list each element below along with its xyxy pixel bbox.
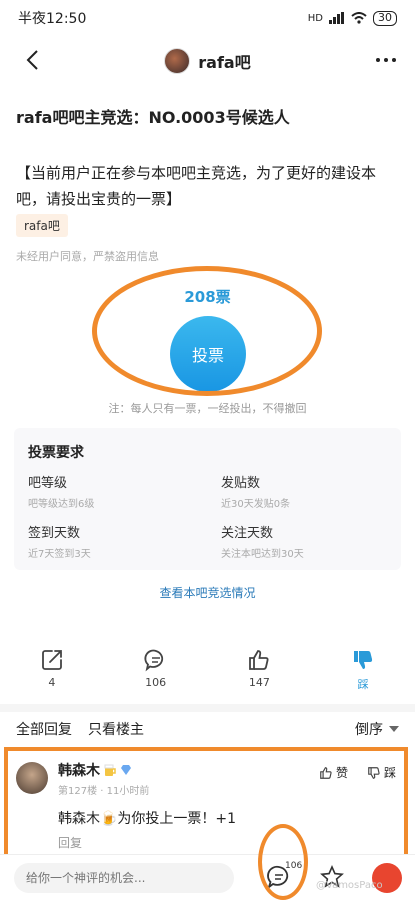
wifi-icon bbox=[351, 12, 367, 24]
requirement-desc: 近30天发贴0条 bbox=[221, 499, 291, 510]
requirement-desc: 吧等级达到6级 bbox=[28, 499, 95, 510]
more-button[interactable] bbox=[371, 46, 401, 74]
sort-dropdown[interactable]: 倒序 bbox=[355, 719, 399, 739]
bottom-bar: 106 bbox=[0, 854, 415, 900]
chevron-left-icon bbox=[26, 50, 38, 70]
comment-button[interactable]: 106 bbox=[104, 648, 208, 692]
highlight-ring bbox=[92, 266, 322, 396]
requirement-name: 签到天数 bbox=[28, 526, 81, 541]
post-title: rafa吧吧主竞选：NO.0003号候选人 bbox=[16, 108, 290, 127]
like-count: 147 bbox=[248, 676, 270, 689]
view-election-link[interactable]: 查看本吧竞选情况 bbox=[0, 584, 415, 601]
forum-avatar bbox=[164, 48, 191, 74]
requirement-item: 吧等级 吧等级达到6级 bbox=[28, 472, 221, 510]
dislike-button[interactable]: 踩 bbox=[311, 648, 415, 692]
network-label: HD bbox=[307, 12, 323, 24]
comment-count: 106 bbox=[145, 676, 167, 689]
signal-icon bbox=[329, 12, 344, 24]
copyright-note: 未经用户同意，严禁盗用信息 bbox=[16, 250, 159, 263]
back-button[interactable] bbox=[18, 46, 46, 74]
reply-link[interactable]: 回复 bbox=[58, 834, 82, 851]
status-icons: HD 30 bbox=[307, 10, 397, 26]
tab-owner-only[interactable]: 只看楼主 bbox=[88, 719, 144, 739]
forum-title-link[interactable]: rafa吧 bbox=[164, 48, 251, 74]
floor-number: 第127楼 bbox=[58, 786, 98, 797]
status-bar: 半夜12:50 HD 30 bbox=[0, 0, 415, 36]
beer-badge-icon bbox=[104, 764, 116, 776]
more-icon bbox=[376, 58, 396, 62]
comment-icon bbox=[144, 649, 163, 672]
comment-time: 11小时前 bbox=[106, 786, 150, 797]
comment-author[interactable]: 韩森木 bbox=[58, 760, 132, 780]
thumbs-up-icon bbox=[320, 766, 332, 779]
requirement-item: 关注天数 关注本吧达到30天 bbox=[221, 522, 401, 560]
comment-meta: 第127楼 · 11小时前 bbox=[58, 786, 150, 797]
share-count: 4 bbox=[48, 676, 56, 689]
requirement-item: 发贴数 近30天发贴0条 bbox=[221, 472, 401, 510]
tab-all-replies[interactable]: 全部回复 bbox=[16, 719, 72, 739]
watermark: @VamosPaco bbox=[316, 880, 383, 891]
thumbs-up-icon bbox=[249, 650, 269, 670]
vote-requirements-card: 投票要求 吧等级 吧等级达到6级 发贴数 近30天发贴0条 签到天数 近7天签到… bbox=[14, 428, 401, 570]
forum-tag[interactable]: rafa吧 bbox=[16, 214, 68, 237]
comment-dislike-button[interactable]: 踩 bbox=[367, 764, 396, 781]
like-button[interactable]: 147 bbox=[208, 648, 312, 692]
reply-tabs: 全部回复 只看楼主 倒序 bbox=[0, 712, 415, 746]
comment-text: 韩森木🍺为你投上一票！+1 bbox=[58, 811, 237, 827]
thumbs-down-icon bbox=[354, 651, 373, 669]
author-name: 韩森木 bbox=[58, 763, 100, 779]
reply-input[interactable] bbox=[14, 863, 234, 893]
share-button[interactable]: 4 bbox=[0, 648, 104, 692]
battery-indicator: 30 bbox=[373, 10, 397, 26]
caret-down-icon bbox=[389, 726, 399, 732]
like-label: 赞 bbox=[335, 766, 348, 780]
requirement-name: 发贴数 bbox=[221, 476, 261, 491]
status-time: 半夜12:50 bbox=[18, 11, 87, 27]
thumbs-down-icon bbox=[368, 766, 380, 779]
share-icon bbox=[41, 650, 62, 670]
section-divider bbox=[0, 704, 415, 712]
action-bar: 4 106 147 踩 bbox=[0, 648, 415, 692]
vote-note: 注：每人只有一票，一经投出，不得撤回 bbox=[108, 402, 307, 415]
requirement-desc: 关注本吧达到30天 bbox=[221, 549, 304, 560]
dislike-label: 踩 bbox=[357, 678, 369, 691]
dislike-label: 踩 bbox=[383, 766, 396, 780]
post-body: 【当前用户正在参与本吧吧主竞选，为了更好的建设本吧，请投出宝贵的一票】 bbox=[16, 164, 377, 208]
avatar[interactable] bbox=[16, 762, 48, 794]
sort-label: 倒序 bbox=[355, 722, 383, 738]
requirement-item: 签到天数 近7天签到3天 bbox=[28, 522, 221, 560]
requirement-name: 吧等级 bbox=[28, 476, 68, 491]
requirement-name: 关注天数 bbox=[221, 526, 274, 541]
top-nav: rafa吧 bbox=[0, 40, 415, 82]
diamond-badge-icon bbox=[121, 765, 131, 775]
comment-like-button[interactable]: 赞 bbox=[319, 764, 348, 781]
requirement-desc: 近7天签到3天 bbox=[28, 549, 91, 560]
forum-title: rafa吧 bbox=[198, 53, 251, 72]
highlight-ring bbox=[258, 824, 308, 900]
requirements-title: 投票要求 bbox=[28, 445, 84, 461]
